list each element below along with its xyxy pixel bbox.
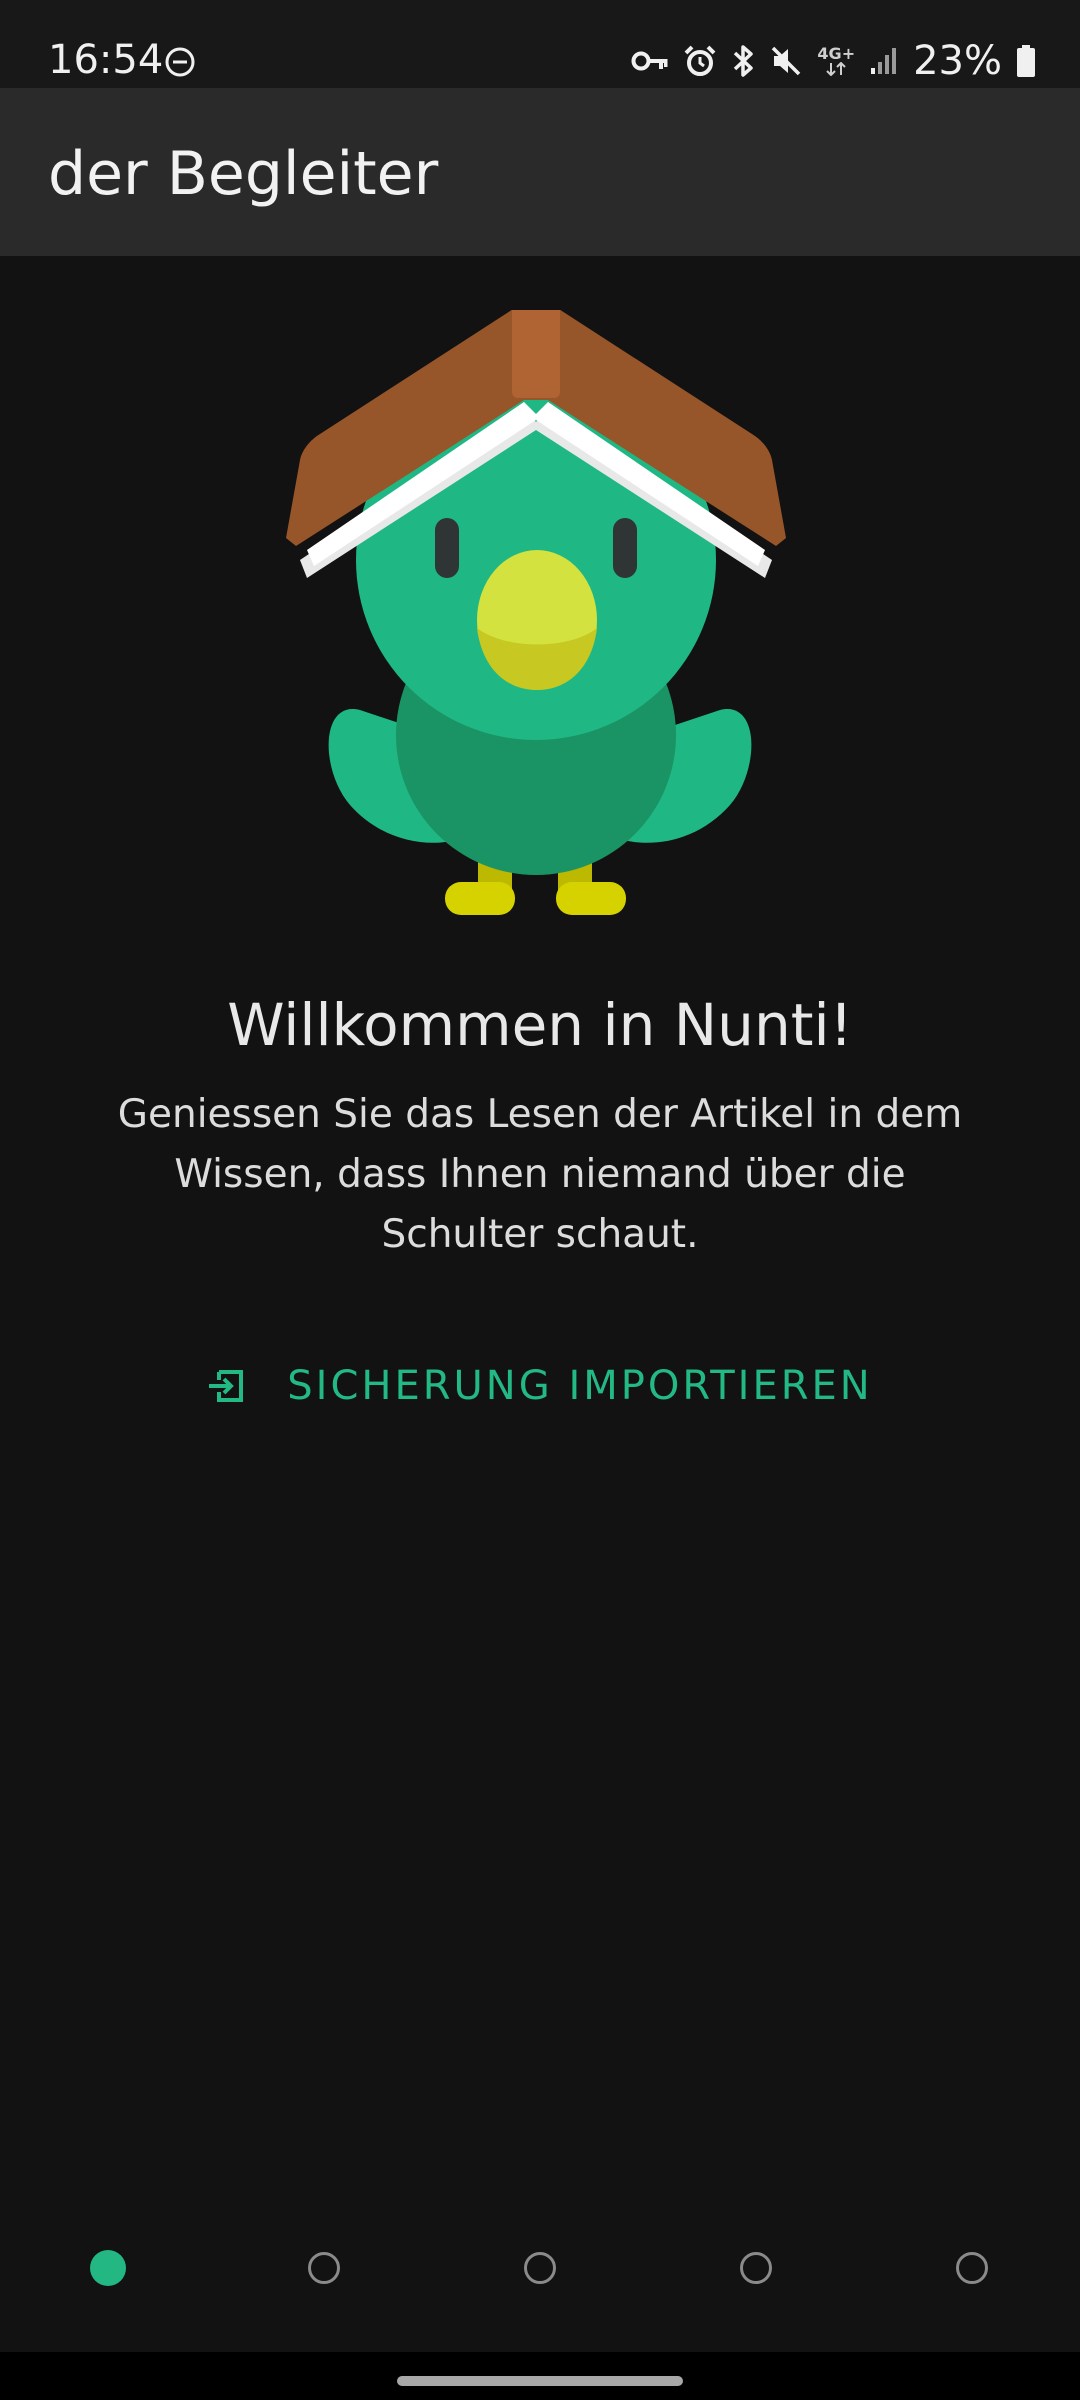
battery-percent: 23% xyxy=(913,38,1002,84)
mute-icon xyxy=(772,46,801,76)
do-not-disturb-icon xyxy=(165,47,195,77)
page-dot-5[interactable] xyxy=(956,2252,988,2284)
import-backup-button[interactable]: SICHERUNG IMPORTIEREN xyxy=(200,1350,880,1422)
import-icon xyxy=(209,1370,244,1402)
home-gesture-handle[interactable] xyxy=(397,2376,683,2386)
bluetooth-icon xyxy=(734,45,754,77)
status-time: 16:54 xyxy=(48,37,164,83)
page-dot-2[interactable] xyxy=(308,2252,340,2284)
navigation-bar xyxy=(0,2352,1080,2400)
page-dot-3[interactable] xyxy=(524,2252,556,2284)
page-dot-4[interactable] xyxy=(740,2252,772,2284)
network-4g-icon: 4G+ xyxy=(817,46,855,76)
status-icons: 4G+ 23% xyxy=(631,36,1036,86)
page-dot-1[interactable] xyxy=(90,2250,126,2286)
vpn-key-icon xyxy=(631,51,668,71)
page-indicator xyxy=(0,2250,1080,2290)
app-bar: der Begleiter xyxy=(0,88,1080,256)
status-bar: 16:54 4G+ 23% xyxy=(0,0,1080,88)
battery-icon xyxy=(1017,45,1035,77)
welcome-description: Geniessen Sie das Lesen der Artikel in d… xyxy=(117,1092,963,1257)
alarm-icon xyxy=(685,45,716,76)
import-backup-label: SICHERUNG IMPORTIEREN xyxy=(287,1363,873,1409)
network-type-label: 4G+ xyxy=(817,44,856,63)
app-title: der Begleiter xyxy=(48,139,439,209)
parrot-mascot-illustration xyxy=(286,310,786,915)
signal-icon xyxy=(871,48,897,74)
welcome-title: Willkommen in Nunti! xyxy=(227,991,853,1059)
